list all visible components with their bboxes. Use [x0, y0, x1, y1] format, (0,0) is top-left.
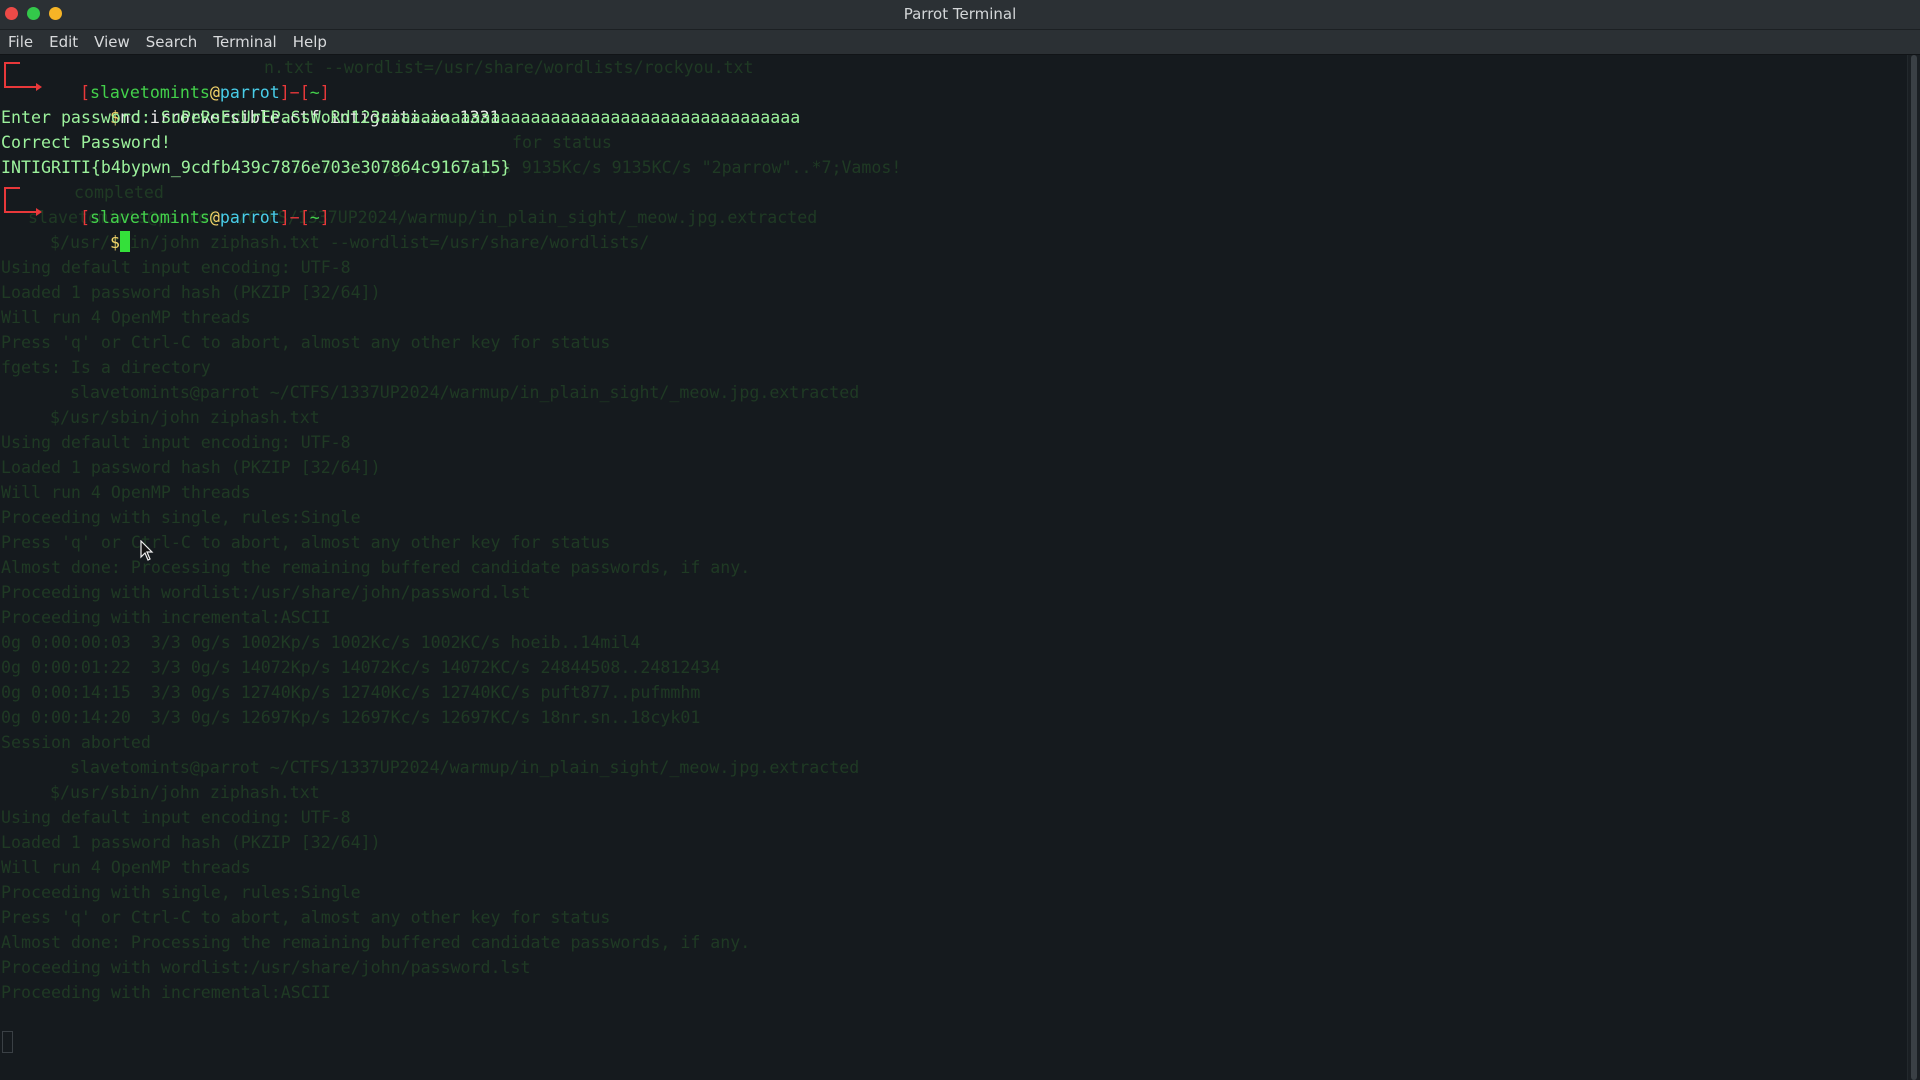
ghost-line: 0g 0:00:14:20 3/3 0g/s 12697Kp/s 12697Kc…	[1, 708, 701, 727]
menu-file[interactable]: File	[0, 33, 41, 51]
ghost-line: Session aborted	[1, 733, 151, 752]
ghost-line: Proceeding with wordlist:/usr/share/john…	[1, 583, 531, 602]
ghost-line: Proceeding with single, rules:Single	[1, 508, 361, 527]
menu-help[interactable]: Help	[285, 33, 335, 51]
ghost-line: Press 'q' or Ctrl-C to abort, almost any…	[1, 333, 611, 352]
prompt-line: [slavetomints@parrot]−[~]	[79, 208, 330, 227]
ghost-line: 0g 0:00:14:15 3/3 0g/s 12740Kp/s 12740Kc…	[1, 683, 701, 702]
ghost-line: Proceeding with wordlist:/usr/share/john…	[1, 958, 531, 977]
ghost-line: 0g 0:00:01:22 3/3 0g/s 14072Kp/s 14072Kc…	[1, 658, 721, 677]
ghost-line: Proceeding with incremental:ASCII	[1, 608, 331, 627]
title-bar[interactable]: Parrot Terminal	[0, 0, 1920, 30]
ghost-line: Loaded 1 password hash (PKZIP [32/64])	[1, 458, 381, 477]
ghost-line: $/usr/sbin/john ziphash.txt --wordlist=/…	[50, 233, 650, 252]
menu-view[interactable]: View	[86, 33, 138, 51]
prompt-at: @	[209, 208, 220, 227]
menu-terminal[interactable]: Terminal	[205, 33, 284, 51]
ghost-line: Will run 4 OpenMP threads	[1, 483, 251, 502]
ghost-line: Press 'q' or Ctrl-C to abort, almost any…	[1, 908, 611, 927]
ghost-line: 0g 0:00:00:03 3/3 0g/s 1002Kp/s 1002Kc/s…	[1, 633, 641, 652]
ghost-line: Loaded 1 password hash (PKZIP [32/64])	[1, 833, 381, 852]
ghost-line: Almost done: Processing the remaining bu…	[1, 933, 751, 952]
prompt-host: parrot	[219, 208, 280, 227]
ghost-line: $/usr/sbin/john ziphash.txt	[50, 408, 320, 427]
command-line: $	[50, 205, 130, 252]
mouse-pointer-icon	[140, 540, 154, 561]
window-title: Parrot Terminal	[903, 5, 1017, 23]
ghost-line: Using default input encoding: UTF-8	[1, 808, 351, 827]
ghost-line: for status	[512, 133, 612, 152]
ghost-line: Almost done: Processing the remaining bu…	[1, 558, 751, 577]
prompt-symbol: $	[109, 233, 120, 252]
menu-bar: File Edit View Search Terminal Help	[0, 30, 1920, 55]
scrollbar-thumb[interactable]	[1911, 55, 1917, 1080]
ghost-cursor	[2, 1031, 13, 1053]
ghost-line: n.txt --wordlist=/usr/share/wordlists/ro…	[264, 58, 754, 77]
ghost-line: Will run 4 OpenMP threads	[1, 858, 251, 877]
password-output-line: Enter password: SuPeRsEcUrEPaSsWoRd123aa…	[1, 108, 801, 127]
text-cursor	[119, 231, 130, 252]
ghost-line: slavetomints@parrot ~/CTFS/1337UP2024/wa…	[70, 758, 860, 777]
menu-search[interactable]: Search	[138, 33, 206, 51]
ghost-line: Will run 4 OpenMP threads	[1, 308, 251, 327]
correct-output-line: Correct Password!	[1, 133, 171, 152]
ghost-line: fgets: Is a directory	[1, 358, 211, 377]
terminal-window: Parrot Terminal File Edit View Search Te…	[0, 0, 1920, 1080]
flag-output-line: INTIGRITI{b4bypwn_9cdfb439c7876e703e3078…	[1, 158, 511, 177]
ghost-line: Using default input encoding: UTF-8	[1, 433, 351, 452]
command-line: $nc irrorversible.ctf.intigriti.io 1331	[50, 80, 500, 127]
ghost-line: Proceeding with single, rules:Single	[1, 883, 361, 902]
prompt-dir: ~	[309, 208, 320, 227]
prompt-line: [slavetomints@parrot]−[~]	[79, 83, 330, 102]
ghost-line: $/usr/sbin/john ziphash.txt	[50, 783, 320, 802]
scrollbar[interactable]	[1907, 55, 1920, 1080]
ghost-line: Press 'q' or Ctrl-C to abort, almost any…	[1, 533, 611, 552]
ghost-line: Proceeding with incremental:ASCII	[1, 983, 331, 1002]
ghost-line: slavetomints@parrot ~/CTFS/1337UP2024/wa…	[70, 383, 860, 402]
menu-edit[interactable]: Edit	[41, 33, 86, 51]
terminal-output-area[interactable]: n.txt --wordlist=/usr/share/wordlists/ro…	[0, 55, 1908, 1080]
